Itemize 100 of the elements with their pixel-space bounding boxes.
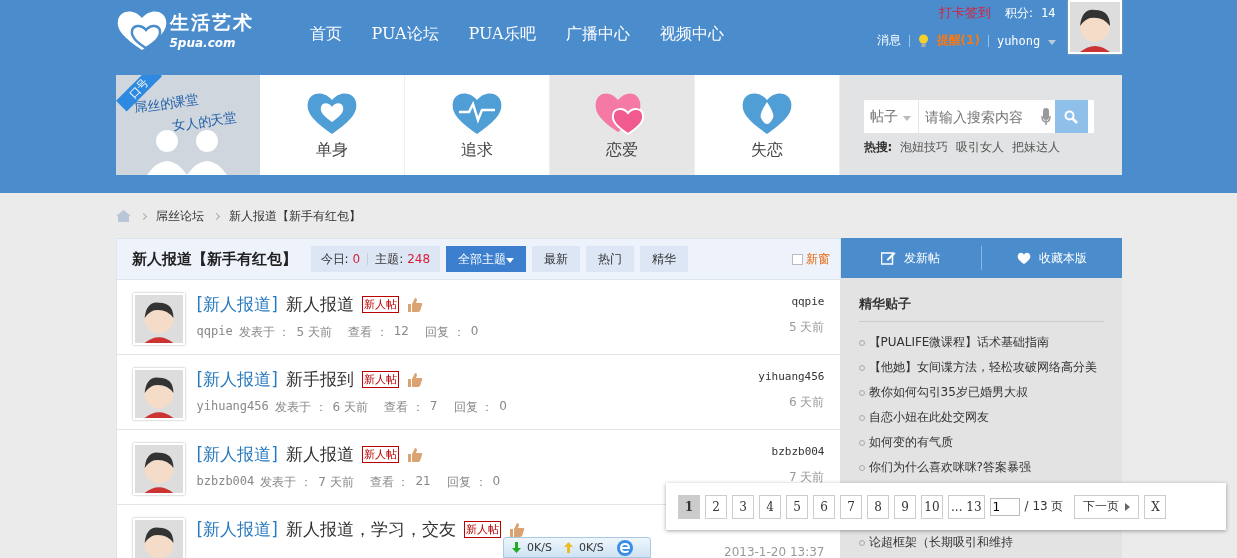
download-speed: 0K/S [527, 541, 552, 554]
posted-time: 6 天前 [332, 399, 369, 416]
thread-title-link[interactable]: 新人报道 [285, 443, 354, 466]
last-post-time: 7 天前 [789, 469, 825, 486]
reply-count: 0 [470, 324, 479, 340]
stat-label: 今日: [320, 250, 349, 268]
forum-title: 新人报道【新手有红包】 [131, 249, 297, 269]
new-member-badge: 新人帖 [361, 446, 399, 463]
hot-search-link[interactable]: 把妹达人 [1012, 139, 1061, 156]
thread-author[interactable]: qqpie [196, 324, 233, 341]
stat-value: 248 [407, 252, 431, 266]
thread-category-link[interactable]: [新人报道] [196, 293, 278, 316]
upload-speed: 0K/S [578, 541, 604, 554]
nav-link[interactable]: 广播中心 [565, 24, 630, 45]
view-count: 12 [393, 324, 409, 340]
last-poster[interactable]: bzbzb004 [771, 445, 825, 458]
posted-time: 5 天前 [296, 324, 332, 341]
hot-search-link[interactable]: 吸引女人 [956, 139, 1005, 156]
featured-post-link[interactable]: 【PUALIFE微课程】话术基础指南 [868, 334, 1050, 351]
next-page-button[interactable]: 下一页 [1074, 494, 1140, 519]
new-member-badge: 新人帖 [361, 296, 399, 313]
last-post-time: 2013-1-20 13:37 [724, 545, 825, 558]
meta-label: 查看 ： [347, 324, 388, 341]
thread-title-link[interactable]: 新人报道，学习，交友 [285, 518, 456, 541]
featured-post-link[interactable]: 你们为什么喜欢咪咪?答案暴强 [868, 459, 1031, 476]
heart-icon [1016, 252, 1031, 264]
new-window-checkbox[interactable] [791, 253, 803, 265]
points-label: 积分: [1005, 4, 1034, 22]
user-avatar[interactable] [1067, 0, 1122, 54]
new-post-button[interactable]: 发新帖 [840, 248, 981, 268]
page-link[interactable]: 6 [813, 494, 835, 519]
page-link[interactable]: 3 [732, 494, 754, 519]
nav-link[interactable]: PUA乐吧 [468, 24, 536, 45]
thread-category-link[interactable]: [新人报道] [196, 443, 278, 466]
page-link[interactable]: 9 [894, 494, 916, 519]
reply-count: 0 [492, 474, 501, 490]
featured-post-link[interactable]: 论超框架（长期吸引和维持 [868, 534, 1013, 551]
messages-link[interactable]: 消息 [876, 32, 901, 49]
thumbs-up-icon [406, 446, 423, 463]
username-menu[interactable]: yuhong [996, 33, 1056, 48]
last-post-time: 6 天前 [789, 394, 825, 411]
thread-title-link[interactable]: 新人报道 [285, 293, 354, 316]
page-link[interactable]: 4 [759, 494, 781, 519]
thumbs-up-icon [406, 371, 423, 388]
thread-author[interactable]: yihuang456 [196, 399, 269, 416]
page-total: / 13 页 [1024, 498, 1064, 515]
page-link[interactable]: ... 13 [948, 494, 985, 519]
nav-link[interactable]: PUA论坛 [371, 24, 439, 45]
page-link[interactable]: 5 [786, 494, 808, 519]
page-link[interactable]: 10 [921, 494, 943, 519]
logo-icon [115, 8, 168, 52]
stat-label: 主题: [375, 250, 404, 268]
browser-icon[interactable] [615, 538, 634, 557]
favorite-button[interactable]: 收藏本版 [981, 248, 1122, 268]
thread-category-link[interactable]: [新人报道] [196, 518, 278, 541]
banner-slogan: 女人的天堂 [170, 109, 238, 136]
featured-heading: 精华贴子 [858, 295, 1104, 322]
nav-link[interactable]: 首页 [309, 24, 342, 45]
user-avatar[interactable] [132, 518, 185, 558]
new-member-badge: 新人帖 [463, 521, 501, 538]
nav-link[interactable]: 视频中心 [659, 24, 724, 45]
page-link[interactable]: 2 [705, 494, 727, 519]
breadcrumb-link[interactable]: 新人报道【新手有红包】 [228, 207, 361, 225]
featured-post-link[interactable]: 教你如何勾引35岁已婚男大叔 [868, 384, 1028, 401]
thread-author[interactable]: bzbzb004 [196, 474, 255, 491]
category-tab[interactable]: 恋爱 [549, 75, 695, 175]
logo-title: 生活艺术 [169, 10, 254, 35]
caret-icon [902, 115, 911, 121]
featured-post-link[interactable]: 【他她】女间谍方法，轻松攻破网络高分美 [868, 359, 1097, 376]
user-avatar[interactable] [132, 443, 185, 495]
search-field[interactable]: 帖子 请输入搜索内容 [863, 100, 1094, 133]
filter-tab[interactable]: 精华 [640, 246, 689, 272]
featured-post-link[interactable]: 自恋小妞在此处交网友 [868, 409, 989, 426]
caret-icon [1047, 39, 1056, 45]
meta-label: 回复 ： [453, 399, 494, 416]
filter-tab[interactable]: 全部主题 [446, 246, 527, 272]
view-count: 7 [429, 399, 438, 415]
user-avatar[interactable] [132, 368, 185, 420]
page-input[interactable]: 1 [989, 497, 1020, 516]
meta-label: 回复 ： [446, 474, 487, 491]
meta-label: 发表于 ： [238, 324, 291, 341]
thumbs-up-icon [406, 296, 423, 313]
breadcrumb-link[interactable]: 屌丝论坛 [155, 207, 204, 225]
hot-search-link[interactable]: 泡妞技巧 [900, 139, 949, 156]
last-poster[interactable]: qqpie [791, 295, 825, 308]
close-button[interactable]: X [1144, 494, 1167, 519]
last-post-time: 5 天前 [789, 319, 825, 336]
meta-label: 回复 ： [425, 324, 465, 341]
microphone-icon[interactable] [1040, 107, 1051, 126]
last-poster[interactable]: yihuang456 [758, 370, 825, 383]
featured-post-link[interactable]: 如何变的有气质 [868, 434, 953, 451]
user-avatar[interactable] [132, 293, 185, 345]
thread-category-link[interactable]: [新人报道] [196, 368, 278, 391]
page-link[interactable]: 7 [840, 494, 862, 519]
filter-tab[interactable]: 热门 [586, 246, 635, 272]
page-link[interactable]: 8 [867, 494, 889, 519]
filter-tab[interactable]: 最新 [532, 246, 581, 272]
page-link[interactable]: 1 [678, 494, 700, 519]
thread-title-link[interactable]: 新手报到 [285, 368, 354, 391]
posted-time: 7 天前 [318, 474, 354, 491]
